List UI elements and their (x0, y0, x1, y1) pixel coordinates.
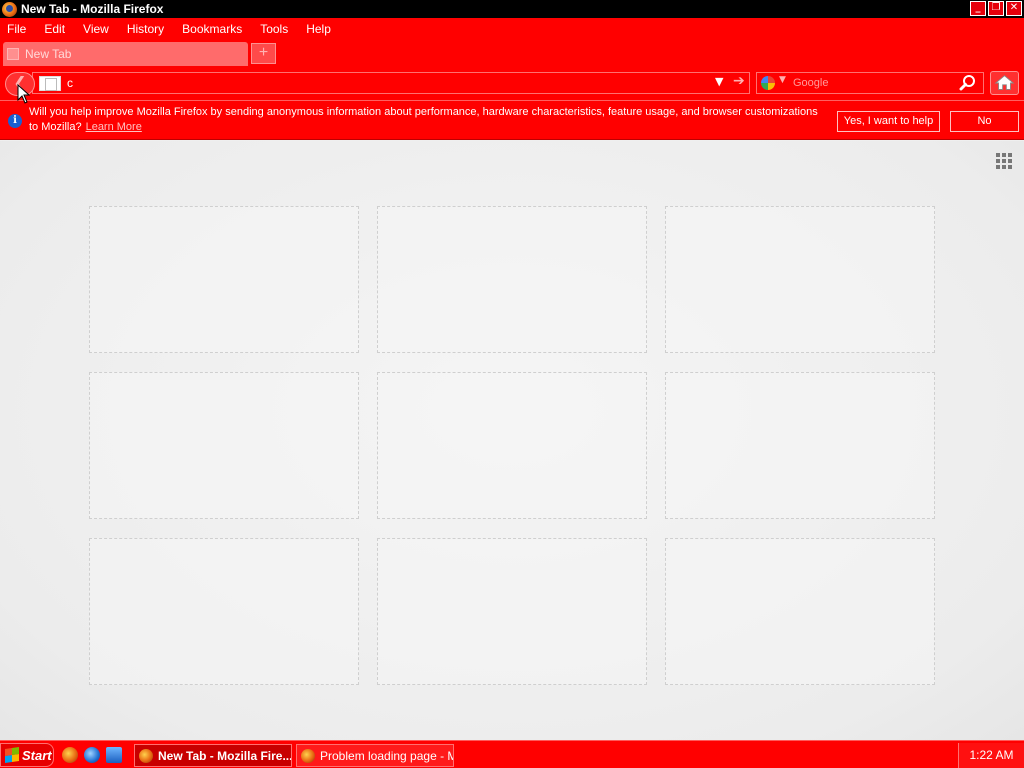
start-label: Start (22, 747, 52, 763)
ie-icon[interactable] (84, 747, 100, 763)
tab-new-tab[interactable]: New Tab (3, 42, 248, 66)
firefox-icon (301, 748, 315, 763)
task-label: Problem loading page - M... (320, 748, 454, 763)
mouse-cursor-icon (17, 84, 31, 104)
window-title: New Tab - Mozilla Firefox (21, 2, 164, 16)
tile-4[interactable] (89, 372, 359, 519)
menu-file[interactable]: File (3, 22, 30, 36)
minimize-button[interactable]: _ (970, 1, 986, 16)
menu-view[interactable]: View (79, 22, 113, 36)
system-tray-clock: 1:22 AM (958, 743, 1024, 768)
windows-logo-icon (5, 747, 19, 763)
search-bar[interactable]: ▼ (756, 72, 984, 94)
url-input[interactable] (67, 75, 707, 91)
menu-bookmarks[interactable]: Bookmarks (178, 22, 246, 36)
notification-text: Will you help improve Mozilla Firefox by… (29, 106, 818, 133)
firefox-icon (139, 748, 153, 763)
tile-6[interactable] (665, 372, 935, 519)
start-button[interactable]: Start (0, 743, 54, 767)
menu-bar: File Edit View History Bookmarks Tools H… (0, 18, 1024, 40)
title-bar: New Tab - Mozilla Firefox _ ❐ ✕ (0, 0, 1024, 18)
search-engine-dropdown-icon[interactable]: ▼ (779, 75, 786, 85)
search-input[interactable] (793, 75, 953, 91)
taskbar: Start New Tab - Mozilla Fire... Problem … (0, 740, 1024, 768)
firefox-icon[interactable] (62, 747, 78, 763)
menu-history[interactable]: History (123, 22, 168, 36)
taskbar-item-firefox-new-tab[interactable]: New Tab - Mozilla Fire... (134, 744, 292, 767)
maximize-button[interactable]: ❐ (988, 1, 1004, 16)
notification-bar: i Will you help improve Mozilla Firefox … (0, 100, 1024, 140)
tile-7[interactable] (89, 538, 359, 685)
new-tab-button[interactable]: + (251, 43, 276, 64)
tile-9[interactable] (665, 538, 935, 685)
navigation-bar: ▼ ➔ ❮ ▼ (0, 68, 1024, 100)
menu-help[interactable]: Help (302, 22, 335, 36)
tab-label: New Tab (25, 47, 72, 61)
tile-8[interactable] (377, 538, 647, 685)
tile-5[interactable] (377, 372, 647, 519)
grid-toggle-icon[interactable] (996, 153, 1012, 169)
home-button[interactable] (990, 71, 1019, 95)
firefox-logo-icon (2, 1, 17, 17)
site-identity-icon[interactable] (39, 76, 61, 91)
page-icon (7, 48, 19, 60)
search-icon[interactable] (959, 74, 977, 92)
tile-2[interactable] (377, 206, 647, 353)
outlook-icon[interactable] (106, 747, 122, 763)
learn-more-link[interactable]: Learn More (86, 121, 142, 133)
task-label: New Tab - Mozilla Fire... (158, 748, 292, 763)
tile-1[interactable] (89, 206, 359, 353)
tab-strip: New Tab + (0, 40, 1024, 68)
url-bar[interactable]: ▼ ➔ (32, 72, 750, 94)
menu-edit[interactable]: Edit (40, 22, 69, 36)
window-controls: _ ❐ ✕ (970, 1, 1022, 16)
google-icon[interactable] (761, 76, 775, 90)
info-icon: i (8, 114, 22, 128)
new-tab-page (0, 141, 1024, 740)
notification-message: Will you help improve Mozilla Firefox by… (29, 105, 829, 135)
no-button[interactable]: No (950, 111, 1019, 132)
menu-tools[interactable]: Tools (256, 22, 292, 36)
home-icon (994, 75, 1015, 90)
tile-3[interactable] (665, 206, 935, 353)
go-arrow-icon[interactable]: ➔ (733, 73, 745, 89)
url-history-dropdown-icon[interactable]: ▼ (715, 75, 723, 88)
close-button[interactable]: ✕ (1006, 1, 1022, 16)
yes-help-button[interactable]: Yes, I want to help (837, 111, 940, 132)
taskbar-item-problem-loading[interactable]: Problem loading page - M... (296, 744, 454, 767)
